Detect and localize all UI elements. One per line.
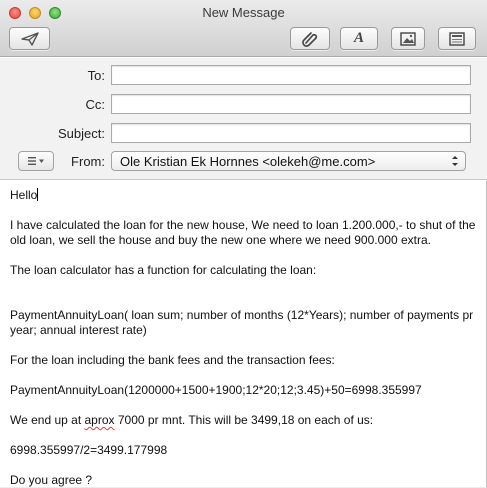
misspelled-word[interactable]: aprox	[85, 413, 115, 427]
cc-field[interactable]	[111, 94, 471, 114]
photo-browser-button[interactable]	[391, 27, 425, 50]
attach-button[interactable]	[290, 27, 330, 50]
window-title: New Message	[202, 5, 285, 20]
paperclip-icon	[302, 31, 318, 47]
body-paragraph-6: We end up at aprox 7000 pr mnt. This wil…	[10, 413, 374, 427]
body-paragraph-4: For the loan including the bank fees and…	[10, 353, 335, 367]
font-letter-icon: A	[353, 30, 364, 46]
body-paragraph-1: I have calculated the loan for the new h…	[10, 218, 479, 247]
title-bar: New Message A	[0, 0, 487, 57]
from-label: From:	[71, 154, 105, 169]
stationery-button[interactable]	[438, 27, 476, 50]
body-paragraph-3: PaymentAnnuityLoan( loan sum; number of …	[10, 308, 477, 337]
body-paragraph-5: PaymentAnnuityLoan(1200000+1500+1900;12*…	[10, 383, 422, 397]
message-headers: To: Cc: Subject: From: Ole Kristian Ek H…	[0, 58, 487, 180]
fonts-button[interactable]: A	[340, 27, 378, 50]
body-paragraph-7: 6998.355997/2=3499.177998	[10, 443, 168, 457]
from-account-select[interactable]: Ole Kristian Ek Hornnes <olekeh@me.com>	[111, 151, 466, 171]
from-account-value: Ole Kristian Ek Hornnes <olekeh@me.com>	[120, 154, 376, 169]
body-paragraph-8: Do you agree ?	[10, 473, 93, 487]
to-label: To:	[87, 68, 105, 83]
stationery-icon	[449, 31, 465, 46]
mail-compose-window: New Message A To: Cc: Subject: From: Ole…	[0, 0, 487, 487]
to-field[interactable]	[111, 65, 471, 85]
body-paragraph-2: The loan calculator has a function for c…	[10, 263, 317, 277]
photo-browser-icon	[400, 31, 416, 46]
cc-label: Cc:	[85, 97, 106, 112]
subject-field[interactable]	[111, 123, 471, 143]
body-greeting: Hello	[10, 188, 39, 202]
message-body[interactable]: Hello I have calculated the loan for the…	[0, 181, 487, 487]
paper-plane-icon	[20, 31, 39, 46]
text-caret	[37, 188, 39, 201]
select-arrows-icon	[452, 156, 458, 166]
send-button[interactable]	[9, 27, 50, 50]
subject-label: Subject:	[58, 126, 105, 141]
